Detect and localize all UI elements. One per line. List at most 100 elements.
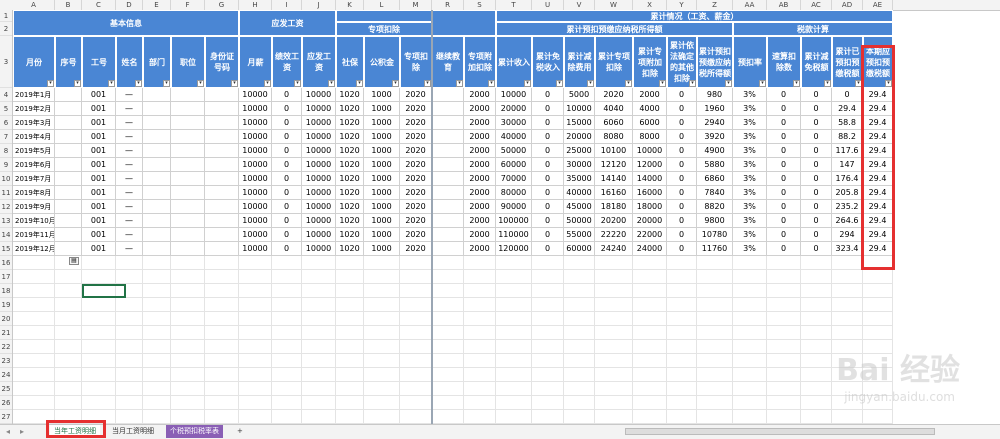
empty-cell[interactable]	[667, 396, 697, 410]
empty-cell[interactable]	[697, 410, 733, 424]
empty-cell[interactable]	[595, 298, 633, 312]
table-cell[interactable]: 1020	[336, 228, 364, 242]
empty-cell[interactable]	[633, 410, 667, 424]
empty-cell[interactable]	[432, 256, 464, 270]
table-cell[interactable]: 2020	[400, 88, 432, 102]
table-cell[interactable]: 1000	[364, 144, 400, 158]
table-cell[interactable]: 1020	[336, 130, 364, 144]
table-cell[interactable]	[205, 88, 239, 102]
table-cell[interactable]: 3%	[733, 116, 767, 130]
table-cell[interactable]	[205, 186, 239, 200]
table-cell[interactable]: 0	[272, 172, 302, 186]
table-cell[interactable]: 0	[801, 186, 832, 200]
table-cell[interactable]: 1000	[364, 228, 400, 242]
table-cell[interactable]: 0	[272, 116, 302, 130]
empty-cell[interactable]	[171, 396, 205, 410]
table-cell[interactable]: 0	[272, 102, 302, 116]
empty-cell[interactable]	[564, 312, 595, 326]
filter-dropdown-icon[interactable]: ▾	[328, 80, 335, 87]
empty-cell[interactable]	[595, 326, 633, 340]
table-cell[interactable]: 20000	[496, 102, 532, 116]
table-cell[interactable]: 10100	[595, 144, 633, 158]
empty-cell[interactable]	[633, 326, 667, 340]
empty-cell[interactable]	[336, 368, 364, 382]
empty-cell[interactable]	[116, 382, 143, 396]
column-letter[interactable]: Y	[667, 0, 697, 10]
empty-cell[interactable]	[400, 298, 432, 312]
table-cell[interactable]: 980	[697, 88, 733, 102]
empty-cell[interactable]	[364, 382, 400, 396]
table-cell[interactable]: 3%	[733, 102, 767, 116]
empty-cell[interactable]	[863, 326, 893, 340]
empty-cell[interactable]	[863, 256, 893, 270]
table-cell[interactable]	[55, 186, 82, 200]
empty-cell[interactable]	[464, 396, 496, 410]
empty-cell[interactable]	[13, 396, 55, 410]
table-cell[interactable]: 0	[801, 172, 832, 186]
empty-cell[interactable]	[205, 382, 239, 396]
empty-cell[interactable]	[55, 326, 82, 340]
empty-cell[interactable]	[801, 256, 832, 270]
empty-cell[interactable]	[400, 326, 432, 340]
table-cell[interactable]: 10000	[302, 214, 336, 228]
empty-cell[interactable]	[697, 270, 733, 284]
column-letter[interactable]: S	[464, 0, 496, 10]
table-cell[interactable]: 001	[82, 214, 116, 228]
row-number[interactable]: 9	[0, 158, 12, 172]
table-cell[interactable]: 1000	[364, 130, 400, 144]
empty-cell[interactable]	[400, 354, 432, 368]
table-cell[interactable]	[432, 214, 464, 228]
filter-dropdown-icon[interactable]: ▾	[824, 80, 831, 87]
empty-cell[interactable]	[364, 340, 400, 354]
empty-cell[interactable]	[364, 354, 400, 368]
column-letter[interactable]: X	[633, 0, 667, 10]
table-cell[interactable]: 29.4	[863, 88, 893, 102]
empty-cell[interactable]	[832, 326, 863, 340]
table-cell[interactable]: 24000	[633, 242, 667, 256]
empty-cell[interactable]	[832, 256, 863, 270]
table-cell[interactable]: 001	[82, 130, 116, 144]
table-cell[interactable]	[205, 116, 239, 130]
filter-dropdown-icon[interactable]: ▾	[392, 80, 399, 87]
table-cell[interactable]: 10000	[239, 102, 272, 116]
table-cell[interactable]: 0	[272, 158, 302, 172]
empty-cell[interactable]	[432, 382, 464, 396]
table-cell[interactable]: 4900	[697, 144, 733, 158]
table-cell[interactable]: 10000	[302, 172, 336, 186]
empty-cell[interactable]	[205, 368, 239, 382]
empty-cell[interactable]	[697, 368, 733, 382]
table-cell[interactable]: 29.4	[863, 116, 893, 130]
table-cell[interactable]: 2019年4月	[13, 130, 55, 144]
table-cell[interactable]	[143, 116, 171, 130]
empty-cell[interactable]	[302, 410, 336, 424]
empty-cell[interactable]	[496, 298, 532, 312]
empty-cell[interactable]	[336, 410, 364, 424]
empty-cell[interactable]	[82, 256, 116, 270]
empty-cell[interactable]	[496, 382, 532, 396]
table-cell[interactable]: 22000	[633, 228, 667, 242]
empty-cell[interactable]	[832, 284, 863, 298]
table-cell[interactable]: —	[116, 144, 143, 158]
table-cell[interactable]: 2019年3月	[13, 116, 55, 130]
empty-cell[interactable]	[432, 270, 464, 284]
table-cell[interactable]: 10000	[302, 102, 336, 116]
empty-cell[interactable]	[667, 270, 697, 284]
table-cell[interactable]: 12120	[595, 158, 633, 172]
empty-cell[interactable]	[564, 410, 595, 424]
table-cell[interactable]: —	[116, 186, 143, 200]
table-cell[interactable]: 0	[801, 130, 832, 144]
table-cell[interactable]: 001	[82, 228, 116, 242]
table-cell[interactable]: 18180	[595, 200, 633, 214]
table-cell[interactable]: 2940	[697, 116, 733, 130]
column-letter[interactable]: AA	[733, 0, 767, 10]
empty-cell[interactable]	[733, 256, 767, 270]
empty-cell[interactable]	[205, 270, 239, 284]
table-cell[interactable]: 18000	[633, 200, 667, 214]
table-cell[interactable]: 20000	[564, 130, 595, 144]
empty-cell[interactable]	[82, 396, 116, 410]
table-cell[interactable]: 0	[532, 186, 564, 200]
table-cell[interactable]: 11760	[697, 242, 733, 256]
table-cell[interactable]: 1020	[336, 186, 364, 200]
empty-cell[interactable]	[595, 284, 633, 298]
row-number[interactable]: 5	[0, 102, 12, 116]
